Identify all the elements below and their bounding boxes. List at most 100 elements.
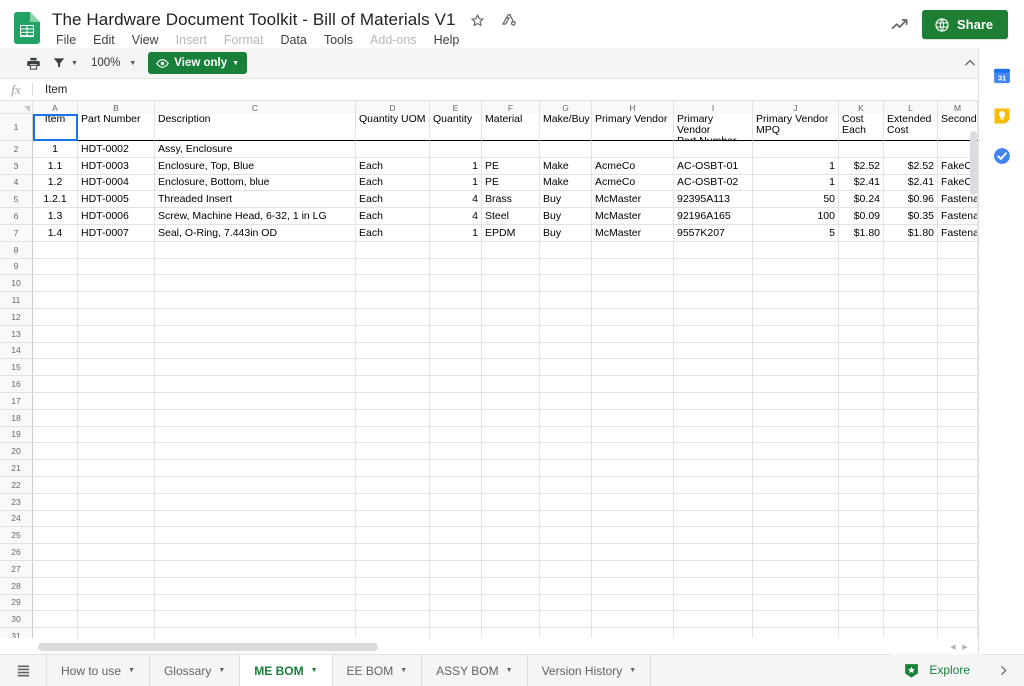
cell-a26[interactable] xyxy=(33,544,78,561)
all-sheets-icon[interactable] xyxy=(0,655,46,686)
cell-b30[interactable] xyxy=(78,611,155,628)
cell-k14[interactable] xyxy=(839,343,884,360)
cell-b10[interactable] xyxy=(78,275,155,292)
cell-a7[interactable]: 1.4 xyxy=(33,225,78,242)
row-header-28[interactable]: 28 xyxy=(0,578,33,595)
cell-l8[interactable] xyxy=(884,242,938,259)
cell-h7[interactable]: McMaster xyxy=(592,225,674,242)
cell-f22[interactable] xyxy=(482,477,540,494)
cell-c3[interactable]: Enclosure, Top, Blue xyxy=(155,158,356,175)
cell-h13[interactable] xyxy=(592,326,674,343)
cell-d25[interactable] xyxy=(356,527,430,544)
cell-g17[interactable] xyxy=(540,393,592,410)
cell-g19[interactable] xyxy=(540,427,592,444)
cell-b19[interactable] xyxy=(78,427,155,444)
cell-b28[interactable] xyxy=(78,578,155,595)
cell-m19[interactable] xyxy=(938,427,978,444)
cell-h21[interactable] xyxy=(592,460,674,477)
cell-k7[interactable]: $1.80 xyxy=(839,225,884,242)
cell-j15[interactable] xyxy=(753,359,839,376)
cell-e30[interactable] xyxy=(430,611,482,628)
cell-b23[interactable] xyxy=(78,494,155,511)
function-icon[interactable]: fx xyxy=(0,82,32,98)
cell-a27[interactable] xyxy=(33,561,78,578)
cell-m20[interactable] xyxy=(938,443,978,460)
cell-a30[interactable] xyxy=(33,611,78,628)
cell-a5[interactable]: 1.2.1 xyxy=(33,191,78,208)
cell-c14[interactable] xyxy=(155,343,356,360)
cell-c28[interactable] xyxy=(155,578,356,595)
cell-f8[interactable] xyxy=(482,242,540,259)
cell-i7[interactable]: 9557K207 xyxy=(674,225,753,242)
column-header-b[interactable]: B xyxy=(78,101,155,114)
cell-k25[interactable] xyxy=(839,527,884,544)
cell-c19[interactable] xyxy=(155,427,356,444)
sheet-tab-glossary[interactable]: Glossary▼ xyxy=(150,655,240,686)
cell-i26[interactable] xyxy=(674,544,753,561)
cell-e10[interactable] xyxy=(430,275,482,292)
cell-c9[interactable] xyxy=(155,259,356,276)
cell-h4[interactable]: AcmeCo xyxy=(592,175,674,192)
cell-m11[interactable] xyxy=(938,292,978,309)
menu-edit[interactable]: Edit xyxy=(91,32,117,48)
cell-k26[interactable] xyxy=(839,544,884,561)
cell-j11[interactable] xyxy=(753,292,839,309)
chevron-down-icon[interactable]: ▼ xyxy=(311,667,318,674)
cell-b25[interactable] xyxy=(78,527,155,544)
cell-b24[interactable] xyxy=(78,511,155,528)
cell-e4[interactable]: 1 xyxy=(430,175,482,192)
cell-l27[interactable] xyxy=(884,561,938,578)
cell-k16[interactable] xyxy=(839,376,884,393)
cell-a9[interactable] xyxy=(33,259,78,276)
chevron-down-icon[interactable]: ▼ xyxy=(128,667,135,674)
cell-f29[interactable] xyxy=(482,595,540,612)
cell-h16[interactable] xyxy=(592,376,674,393)
cell-f26[interactable] xyxy=(482,544,540,561)
cell-g4[interactable]: Make xyxy=(540,175,592,192)
cell-b26[interactable] xyxy=(78,544,155,561)
cell-d27[interactable] xyxy=(356,561,430,578)
cell-c12[interactable] xyxy=(155,309,356,326)
cell-h18[interactable] xyxy=(592,410,674,427)
column-header-i[interactable]: I xyxy=(674,101,753,114)
horizontal-scrollbar-thumb[interactable] xyxy=(38,643,378,651)
row-header-10[interactable]: 10 xyxy=(0,275,33,292)
cell-l23[interactable] xyxy=(884,494,938,511)
cell-j3[interactable]: 1 xyxy=(753,158,839,175)
cell-g8[interactable] xyxy=(540,242,592,259)
cell-i27[interactable] xyxy=(674,561,753,578)
scroll-right-arrow[interactable]: ▶ xyxy=(960,643,970,651)
header-cell-f1[interactable]: Material xyxy=(482,114,540,141)
cell-f11[interactable] xyxy=(482,292,540,309)
cell-d30[interactable] xyxy=(356,611,430,628)
row-header-3[interactable]: 3 xyxy=(0,158,33,175)
header-cell-g1[interactable]: Make/Buy xyxy=(540,114,592,141)
cell-h24[interactable] xyxy=(592,511,674,528)
cell-m27[interactable] xyxy=(938,561,978,578)
cell-a2[interactable]: 1 xyxy=(33,141,78,158)
cell-h17[interactable] xyxy=(592,393,674,410)
sheet-tab-assy-bom[interactable]: ASSY BOM▼ xyxy=(422,655,527,686)
column-header-d[interactable]: D xyxy=(356,101,430,114)
header-cell-k1[interactable]: CostEach xyxy=(839,114,884,141)
sheet-tab-ee-bom[interactable]: EE BOM▼ xyxy=(333,655,423,686)
cell-g3[interactable]: Make xyxy=(540,158,592,175)
cell-m25[interactable] xyxy=(938,527,978,544)
cell-j8[interactable] xyxy=(753,242,839,259)
cell-e25[interactable] xyxy=(430,527,482,544)
cell-f21[interactable] xyxy=(482,460,540,477)
cell-e11[interactable] xyxy=(430,292,482,309)
cell-h14[interactable] xyxy=(592,343,674,360)
row-header-17[interactable]: 17 xyxy=(0,393,33,410)
cell-l15[interactable] xyxy=(884,359,938,376)
cell-j6[interactable]: 100 xyxy=(753,208,839,225)
drive-move-icon[interactable] xyxy=(500,11,518,29)
cell-i12[interactable] xyxy=(674,309,753,326)
cell-f28[interactable] xyxy=(482,578,540,595)
cell-a14[interactable] xyxy=(33,343,78,360)
cell-a31[interactable] xyxy=(33,628,78,638)
cell-m14[interactable] xyxy=(938,343,978,360)
cell-i25[interactable] xyxy=(674,527,753,544)
cell-b31[interactable] xyxy=(78,628,155,638)
cell-j20[interactable] xyxy=(753,443,839,460)
